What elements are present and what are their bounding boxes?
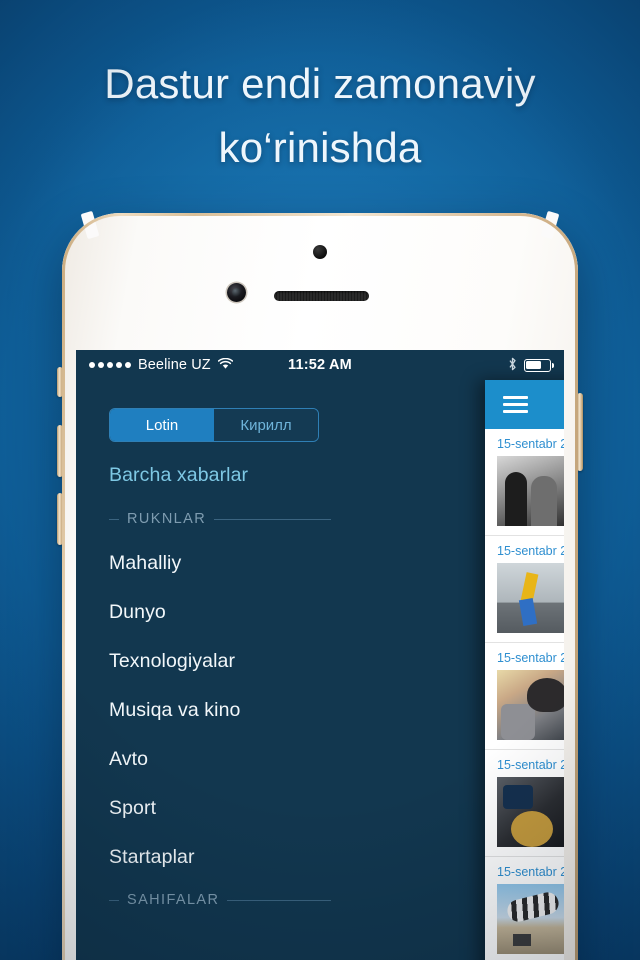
news-meta: 15-sentabr 2015, 22:15Du [485, 865, 564, 884]
sidebar-item-dunyo[interactable]: Dunyo [109, 588, 331, 637]
status-bar: Beeline UZ 11:52 AM [76, 350, 564, 380]
sidebar-item-sport[interactable]: Sport [109, 784, 331, 833]
list-item[interactable]: 15-sentabr 2015, 22:50Te Voznyak: ko‘ra … [485, 429, 564, 536]
volume-down-button[interactable] [57, 493, 63, 545]
carrier-label: Beeline UZ [138, 357, 211, 373]
section-header-ruknlar: RUKNLAR [109, 511, 331, 527]
mute-switch-button[interactable] [57, 367, 63, 397]
script-segmented-control[interactable]: Lotin Кирилл [109, 408, 319, 442]
news-thumbnail [497, 884, 564, 954]
news-thumbnail [497, 456, 564, 526]
section-title: RUKNLAR [127, 511, 207, 527]
volume-up-button[interactable] [57, 425, 63, 477]
news-body: Voznyak: ko‘ra ket [485, 456, 564, 526]
sidebar-item-avto[interactable]: Avto [109, 735, 331, 784]
news-date: 15-sentabr 2015, 22:50 [497, 437, 564, 451]
hamburger-icon[interactable] [503, 392, 528, 418]
list-item[interactable]: 15-sentabr 2015, 22:36Te Xitoylik o soti… [485, 643, 564, 750]
news-date: 15-sentabr 2015, 22:22 [497, 758, 564, 772]
section-title: SAHIFALAR [127, 892, 220, 908]
section-header-sahifalar: SAHIFALAR [109, 892, 331, 908]
news-thumbnail [497, 670, 564, 740]
news-date: 15-sentabr 2015, 22:36 [497, 651, 564, 665]
news-meta: 15-sentabr 2015, 22:22Sp [485, 758, 564, 777]
news-date: 15-sentabr 2015, 22:40 [497, 544, 564, 558]
list-item[interactable]: 15-sentabr 2015, 22:22Sp Avstraliya etdi [485, 750, 564, 857]
power-button[interactable] [577, 393, 583, 471]
news-meta: 15-sentabr 2015, 22:50Te [485, 437, 564, 456]
wifi-icon [217, 357, 233, 373]
headline-line-2: ko‘rinishda [218, 123, 422, 171]
segment-kirill[interactable]: Кирилл [214, 409, 318, 441]
sidebar-item-mahalliy[interactable]: Mahalliy [109, 539, 331, 588]
headline-line-1: Dastur endi zamonaviy [104, 60, 536, 107]
divider-right [227, 899, 331, 901]
divider-right [214, 518, 331, 520]
proximity-sensor-icon [313, 245, 327, 259]
news-body: Manches olgan qo bo‘lmaya [485, 563, 564, 633]
bluetooth-icon [508, 357, 517, 374]
divider-left [109, 518, 119, 520]
status-bar-right-group [508, 357, 554, 374]
sidebar-item-musiqa-va-kino[interactable]: Musiqa va kino [109, 686, 331, 735]
phone-mockup: Beeline UZ 11:52 AM Lotin Кирилл Barcha … [57, 210, 583, 960]
news-content-panel: 15-sentabr 2015, 22:50Te Voznyak: ko‘ra … [485, 380, 564, 960]
battery-icon [524, 358, 554, 372]
signal-strength-icon [89, 362, 131, 368]
segment-lotin[interactable]: Lotin [110, 409, 214, 441]
news-body: Xitoylik o sotishga [485, 670, 564, 740]
sidebar-item-startaplar[interactable]: Startaplar [109, 833, 331, 882]
news-meta: 15-sentabr 2015, 22:40Du [485, 544, 564, 563]
sidebar-item-texnologiyalar[interactable]: Texnologiyalar [109, 637, 331, 686]
phone-screen: Beeline UZ 11:52 AM Lotin Кирилл Barcha … [76, 350, 564, 960]
earpiece-speaker-icon [274, 291, 369, 301]
promo-headline: Dastur endi zamonaviy ko‘rinishda [0, 52, 640, 180]
divider-left [109, 899, 119, 901]
news-thumbnail [497, 563, 564, 633]
news-body: “Proton- yo‘ldoshi [485, 884, 564, 954]
content-navbar [485, 380, 564, 429]
news-body: Avstraliya etdi [485, 777, 564, 847]
list-item[interactable]: 15-sentabr 2015, 22:40Du Manches olgan q… [485, 536, 564, 643]
news-meta: 15-sentabr 2015, 22:36Te [485, 651, 564, 670]
front-camera-icon [227, 283, 246, 302]
news-thumbnail [497, 777, 564, 847]
news-date: 15-sentabr 2015, 22:15 [497, 865, 564, 879]
list-item[interactable]: 15-sentabr 2015, 22:15Du “Proton- yo‘ldo… [485, 857, 564, 960]
